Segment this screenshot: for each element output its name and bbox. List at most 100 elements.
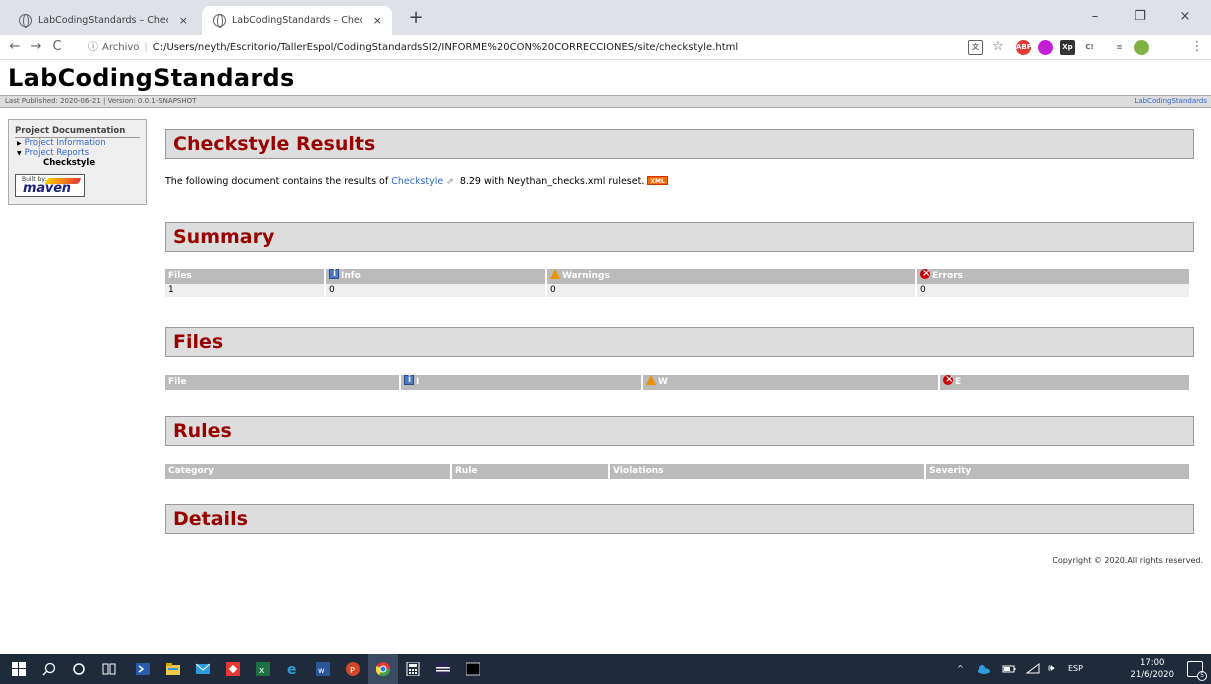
summary-header-files: Files: [165, 269, 326, 284]
address-bar[interactable]: ⓘ Archivo | C:/Users/neyth/Escritorio/Talle…: [88, 37, 948, 58]
tab-close-button[interactable]: ×: [179, 6, 188, 35]
tab-title: LabCodingStandards – Checkstyle: [232, 15, 362, 26]
publish-info: Last Published: 2020-06-21 | Version: 0.…: [5, 97, 197, 105]
speaker-icon[interactable]: 🕪: [1048, 654, 1054, 684]
task-view-button[interactable]: [94, 654, 124, 684]
built-by-maven-logo[interactable]: Built by: maven: [15, 174, 85, 197]
svg-text:e: e: [287, 662, 297, 676]
sidebar-item-project-reports[interactable]: ▼ Project Reports: [15, 148, 140, 159]
info-icon: [329, 267, 339, 282]
word-icon: w: [316, 662, 330, 676]
taskbar-app-powershell[interactable]: [128, 654, 158, 684]
files-table: File I W E: [165, 372, 1191, 390]
forward-button[interactable]: →: [27, 38, 45, 56]
new-tab-button[interactable]: +: [404, 6, 428, 30]
adblock-icon[interactable]: ABP: [1016, 40, 1032, 55]
taskbar-app-terminal[interactable]: [458, 654, 488, 684]
star-icon[interactable]: ☆: [989, 38, 1007, 56]
svg-text:P: P: [350, 666, 355, 675]
taskbar-app-powerpoint[interactable]: P: [338, 654, 368, 684]
excel-icon: x: [256, 662, 270, 676]
windows-logo-icon: [12, 662, 26, 676]
page-banner: LabCodingStandards: [8, 64, 295, 92]
summary-header-errors: Errors: [916, 266, 1191, 284]
tray-chevron-icon[interactable]: ^: [957, 654, 964, 684]
project-link[interactable]: LabCodingStandards: [1134, 96, 1207, 107]
summary-header-warnings: Warnings: [546, 269, 917, 284]
svg-text:x: x: [259, 666, 265, 676]
sidebar: Project Documentation ▶ Project Informati…: [8, 119, 147, 205]
summary-header-info: Info: [325, 267, 547, 284]
translate-icon[interactable]: 文: [968, 40, 983, 55]
files-header-errors: E: [939, 372, 1191, 390]
task-view-icon: [102, 663, 116, 675]
xml-badge[interactable]: XML: [647, 176, 668, 185]
back-button[interactable]: ←: [6, 38, 24, 56]
taskbar-app-calculator[interactable]: [398, 654, 428, 684]
wifi-tray[interactable]: [1018, 654, 1048, 684]
checkstyle-link[interactable]: Checkstyle: [391, 176, 443, 187]
powerpoint-icon: P: [346, 662, 360, 676]
browser-tab-2[interactable]: LabCodingStandards – Checkstyle ×: [202, 6, 392, 35]
url-text[interactable]: C:/Users/neyth/Escritorio/TallerEspol/Co…: [153, 42, 738, 53]
taskbar-app-chrome[interactable]: [368, 654, 398, 684]
search-button[interactable]: [34, 654, 64, 684]
edge-icon: e: [287, 662, 297, 676]
minimize-button[interactable]: –: [1075, 4, 1115, 30]
cortana-button[interactable]: [64, 654, 94, 684]
sidebar-item-checkstyle: Checkstyle: [43, 158, 96, 168]
xp-extension-icon[interactable]: Xp: [1060, 40, 1075, 55]
language-indicator[interactable]: ESP: [1068, 654, 1083, 684]
rules-table: Category Rule Violations Severity: [165, 464, 1191, 479]
browser-tab-1[interactable]: LabCodingStandards – Checkstyle ×: [8, 6, 198, 35]
tab-close-button[interactable]: ×: [373, 6, 382, 35]
code-extension-icon[interactable]: C!: [1082, 40, 1097, 55]
collapsed-triangle-icon: ▶: [17, 140, 22, 147]
start-button[interactable]: [4, 654, 34, 684]
section-details: Details: [165, 504, 1194, 534]
rules-header-category: Category: [165, 464, 452, 479]
files-header-file: File: [165, 375, 401, 390]
close-window-button[interactable]: ×: [1165, 4, 1205, 30]
browser-tab-strip: LabCodingStandards – Checkstyle × LabCod…: [0, 0, 1211, 35]
taskbar-app-word[interactable]: w: [308, 654, 338, 684]
warning-icon: [646, 375, 656, 385]
files-header-warnings: W: [642, 375, 940, 390]
extension-icon[interactable]: [1038, 40, 1053, 55]
powershell-icon: [136, 663, 150, 675]
taskbar-app-file-explorer[interactable]: [158, 654, 188, 684]
taskbar-app-anydesk[interactable]: [218, 654, 248, 684]
taskbar-app-eclipse[interactable]: [428, 654, 458, 684]
summary-info-value: 0: [325, 284, 547, 297]
reload-button[interactable]: C: [48, 38, 66, 56]
expanded-triangle-icon: ▼: [17, 149, 22, 157]
mail-icon: [196, 663, 210, 674]
info-icon: [404, 373, 414, 388]
battery-icon: [1002, 665, 1016, 673]
menu-icon[interactable]: ⋮: [1188, 38, 1206, 56]
restore-button[interactable]: ❐: [1120, 4, 1160, 30]
error-icon: [943, 372, 953, 387]
rules-header-severity: Severity: [925, 464, 1191, 479]
taskbar-app-excel[interactable]: x: [248, 654, 278, 684]
table-row: 1 0 0 0: [165, 284, 1191, 297]
info-icon[interactable]: ⓘ: [88, 42, 98, 53]
system-clock[interactable]: 17:00 21/6/2020: [1130, 657, 1174, 681]
profile-icon[interactable]: [1134, 40, 1149, 55]
rules-header-rule: Rule: [451, 464, 610, 479]
section-files: Files: [165, 327, 1194, 357]
section-rules: Rules: [165, 416, 1194, 446]
reading-list-icon[interactable]: ≡: [1112, 40, 1127, 55]
taskbar-app-edge[interactable]: e: [278, 654, 308, 684]
windows-taskbar: x e w P ^ 🕪 ESP 17:00 21/6/2020 5: [0, 654, 1211, 684]
warning-icon: [550, 269, 560, 279]
copyright-footer: Copyright © 2020.All rights reserved.: [1052, 556, 1203, 565]
clock-time: 17:00: [1139, 658, 1165, 668]
chrome-icon: [376, 662, 390, 676]
calculator-icon: [406, 662, 420, 676]
taskbar-app-mail[interactable]: [188, 654, 218, 684]
clock-date: 21/6/2020: [1130, 670, 1174, 680]
summary-warnings-value: 0: [546, 284, 917, 297]
notification-center-icon[interactable]: 5: [1187, 661, 1207, 681]
globe-icon: [19, 14, 32, 28]
